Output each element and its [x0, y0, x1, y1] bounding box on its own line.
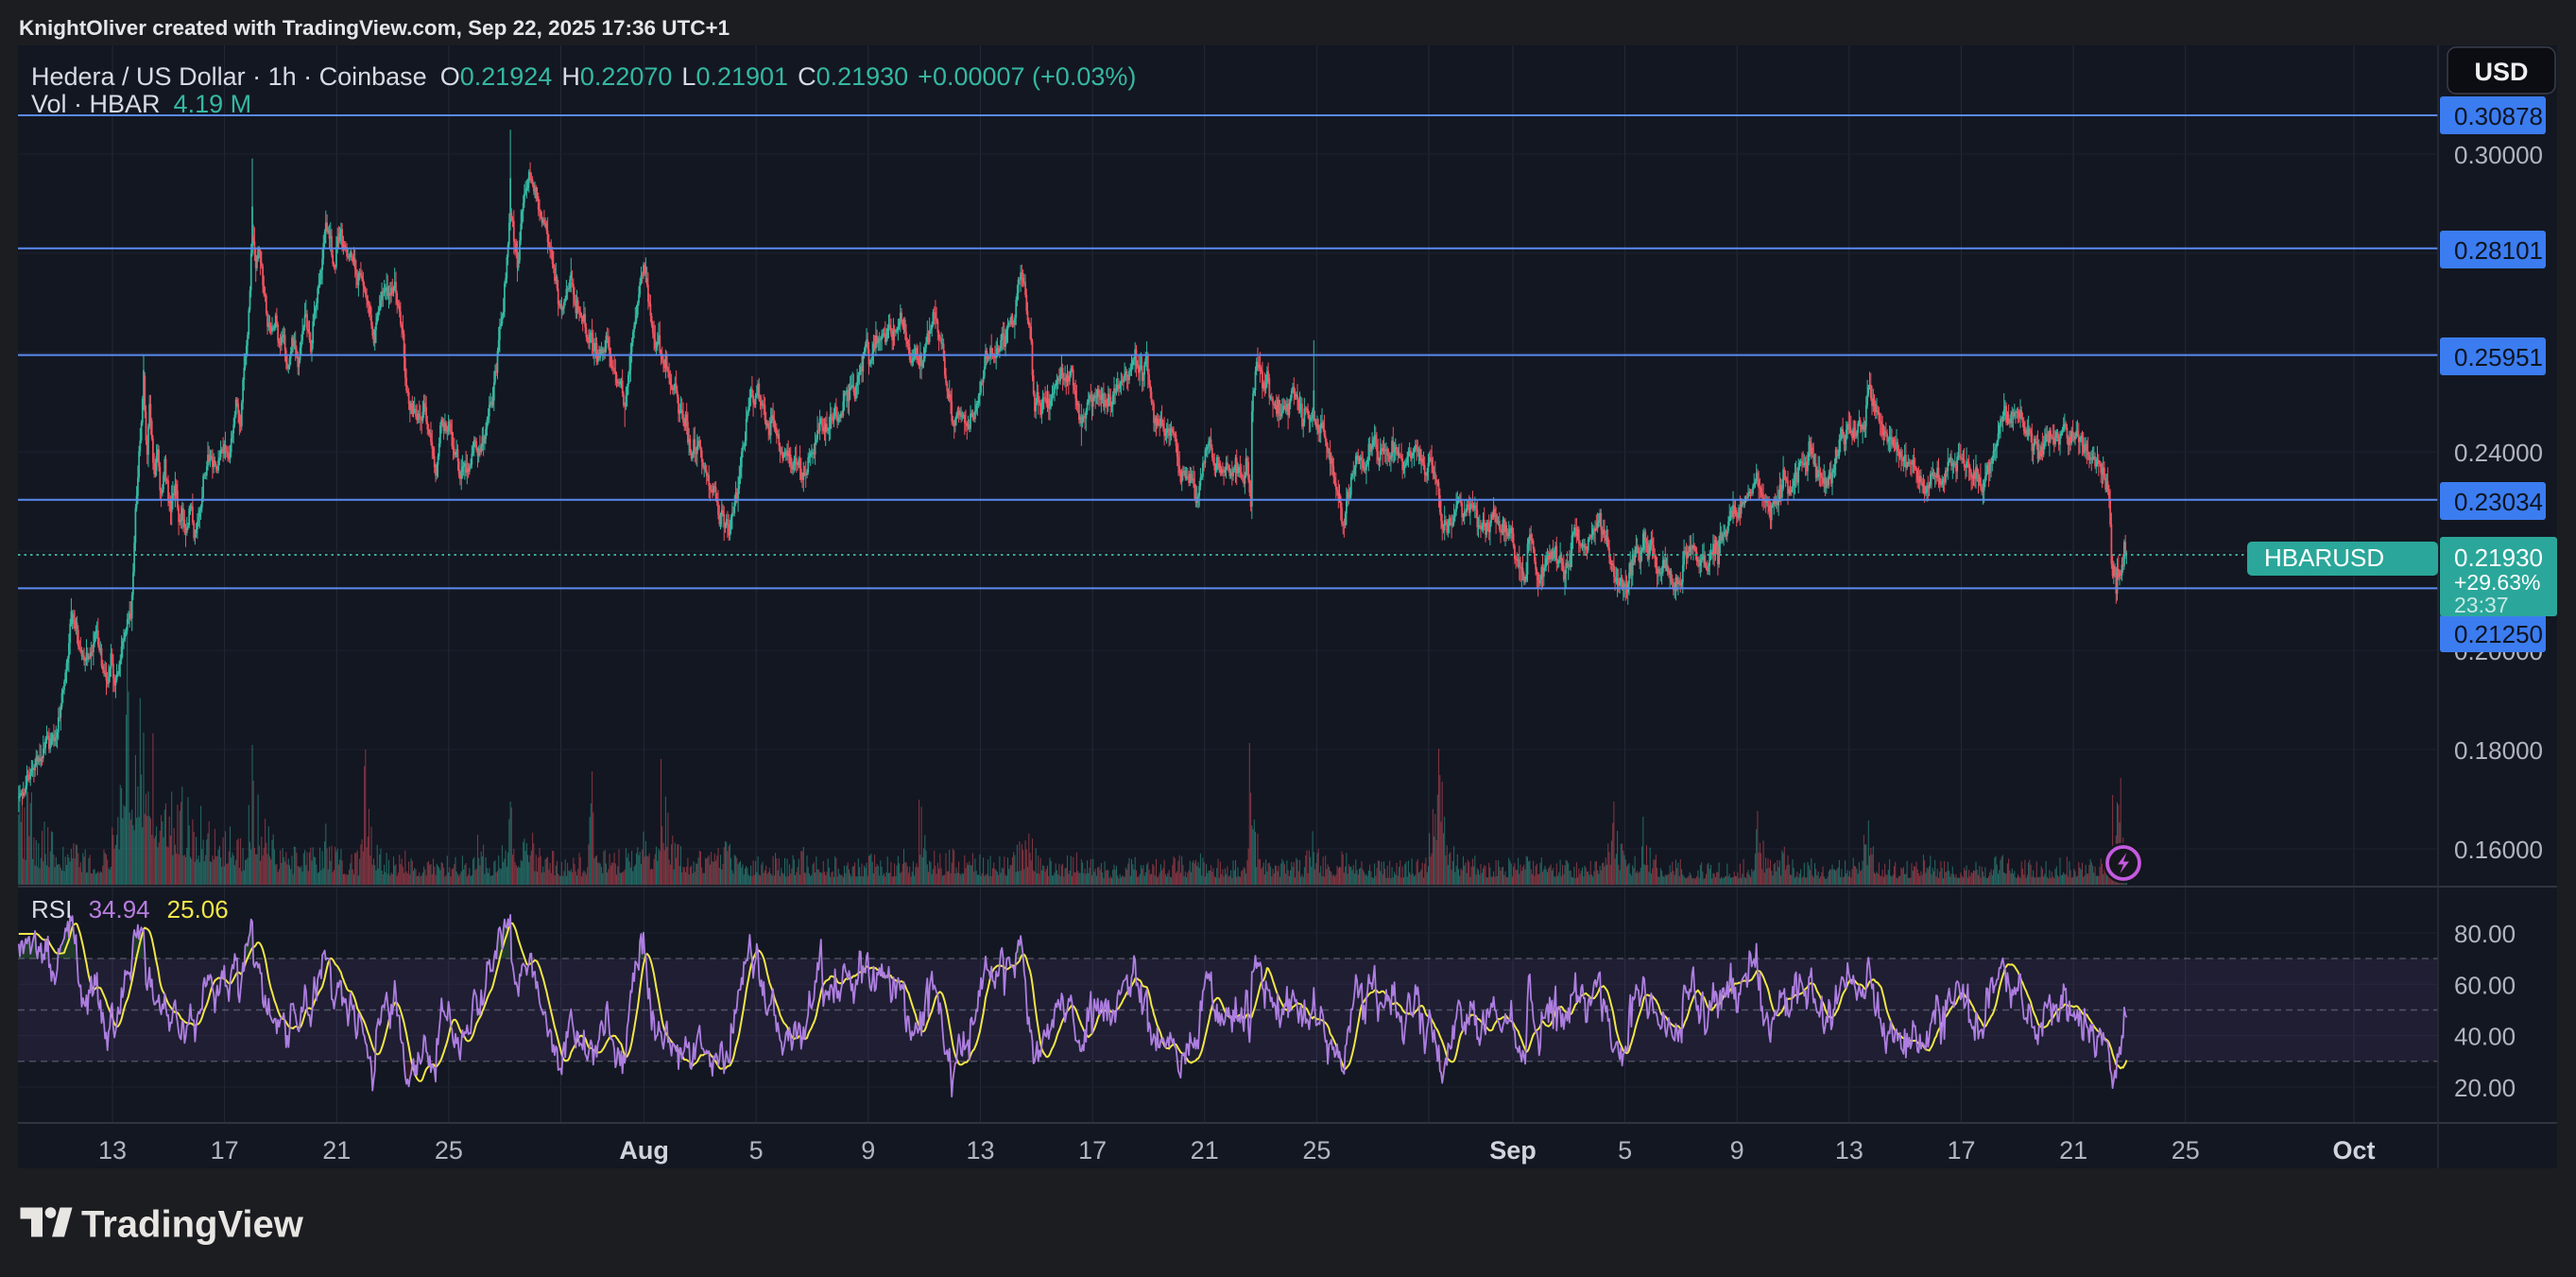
svg-text:HBARUSD: HBARUSD — [2264, 544, 2384, 572]
svg-text:80.00: 80.00 — [2454, 920, 2516, 948]
svg-text:40.00: 40.00 — [2454, 1023, 2516, 1051]
svg-text:0.24000: 0.24000 — [2454, 439, 2543, 467]
svg-text:0.21930: 0.21930 — [2454, 544, 2543, 572]
svg-text:21: 21 — [2059, 1136, 2087, 1165]
svg-text:13: 13 — [966, 1136, 994, 1165]
svg-text:17: 17 — [1078, 1136, 1107, 1165]
svg-text:0.23034: 0.23034 — [2454, 488, 2543, 516]
svg-text:Oct: Oct — [2332, 1136, 2375, 1165]
svg-text:23:37: 23:37 — [2454, 593, 2509, 617]
svg-text:13: 13 — [98, 1136, 127, 1165]
svg-text:13: 13 — [1835, 1136, 1863, 1165]
svg-text:60.00: 60.00 — [2454, 971, 2516, 999]
svg-text:0.30000: 0.30000 — [2454, 141, 2543, 169]
svg-text:21: 21 — [322, 1136, 351, 1165]
svg-text:Aug: Aug — [619, 1136, 668, 1165]
svg-text:RSI 34.9425.06: RSI 34.9425.06 — [31, 895, 229, 923]
svg-text:0.18000: 0.18000 — [2454, 736, 2543, 765]
svg-text:5: 5 — [749, 1136, 764, 1165]
svg-text:25: 25 — [2172, 1136, 2200, 1165]
svg-text:0.21250: 0.21250 — [2454, 620, 2543, 648]
svg-text:17: 17 — [1947, 1136, 1975, 1165]
svg-text:KnightOliver created with Trad: KnightOliver created with TradingView.co… — [19, 16, 730, 40]
svg-text:17: 17 — [211, 1136, 239, 1165]
svg-text:Hedera / US Dollar · 1h · Coin: Hedera / US Dollar · 1h · CoinbaseO0.219… — [31, 62, 1136, 91]
svg-text:0.25951: 0.25951 — [2454, 343, 2543, 371]
svg-text:5: 5 — [1618, 1136, 1632, 1165]
svg-text:TradingView: TradingView — [81, 1204, 304, 1246]
svg-text:25: 25 — [1302, 1136, 1331, 1165]
svg-text:0.30878: 0.30878 — [2454, 102, 2543, 130]
svg-text:0.28101: 0.28101 — [2454, 236, 2543, 265]
svg-text:9: 9 — [861, 1136, 875, 1165]
svg-text:0.16000: 0.16000 — [2454, 836, 2543, 864]
svg-text:Vol · HBAR4.19 M: Vol · HBAR4.19 M — [31, 90, 251, 118]
svg-text:9: 9 — [1730, 1136, 1744, 1165]
svg-text:25: 25 — [435, 1136, 463, 1165]
svg-text:+29.63%: +29.63% — [2454, 570, 2540, 595]
svg-text:21: 21 — [1191, 1136, 1219, 1165]
svg-text:20.00: 20.00 — [2454, 1074, 2516, 1102]
svg-text:Sep: Sep — [1489, 1136, 1537, 1165]
svg-text:USD: USD — [2474, 58, 2528, 86]
